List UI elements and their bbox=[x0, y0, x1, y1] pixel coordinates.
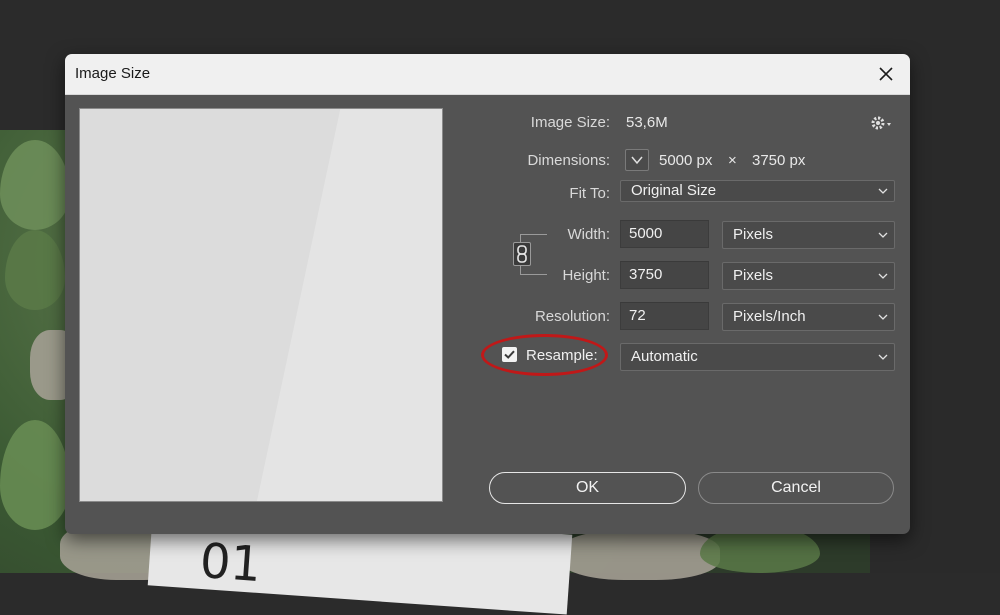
image-size-label: Image Size: bbox=[530, 114, 610, 131]
ok-button[interactable]: OK bbox=[489, 472, 686, 504]
chevron-down-icon bbox=[878, 314, 888, 320]
width-unit-select[interactable]: Pixels bbox=[722, 221, 895, 249]
cancel-button[interactable]: Cancel bbox=[698, 472, 894, 504]
fit-to-value: Original Size bbox=[631, 182, 717, 199]
chevron-down-icon bbox=[878, 273, 888, 279]
resolution-unit-value: Pixels/Inch bbox=[733, 308, 806, 325]
image-size-dialog: Image Size Image Size: 53,6M Dimensions:… bbox=[65, 54, 910, 534]
highlight-annotation bbox=[481, 334, 608, 376]
width-label: Width: bbox=[567, 226, 610, 243]
dimensions-width-value: 5000 px bbox=[659, 152, 713, 169]
height-label: Height: bbox=[562, 267, 610, 284]
height-unit-value: Pixels bbox=[733, 267, 774, 284]
fit-to-select[interactable]: Original Size bbox=[620, 180, 895, 202]
dimensions-label: Dimensions: bbox=[527, 152, 610, 169]
dimensions-unit-toggle[interactable] bbox=[625, 149, 649, 171]
resolution-unit-select[interactable]: Pixels/Inch bbox=[722, 303, 895, 331]
height-input[interactable]: 3750 bbox=[620, 261, 709, 289]
resample-method-select[interactable]: Automatic bbox=[620, 343, 895, 371]
constrain-proportions-button[interactable] bbox=[513, 242, 531, 266]
width-input[interactable]: 5000 bbox=[620, 220, 709, 248]
background-paper-text: 01 bbox=[198, 532, 263, 594]
resample-method-value: Automatic bbox=[631, 348, 698, 365]
close-icon bbox=[879, 67, 893, 81]
chevron-down-icon bbox=[631, 156, 643, 165]
image-preview[interactable] bbox=[79, 108, 443, 502]
resolution-input[interactable]: 72 bbox=[620, 302, 709, 330]
chevron-down-icon bbox=[878, 232, 888, 238]
dimensions-height-value: 3750 px bbox=[752, 152, 806, 169]
chevron-down-icon bbox=[878, 188, 888, 194]
image-size-value: 53,6M bbox=[626, 114, 668, 131]
gear-icon[interactable] bbox=[870, 114, 894, 132]
preview-paper-fold bbox=[252, 109, 442, 501]
dialog-title: Image Size bbox=[75, 65, 151, 82]
chevron-down-icon bbox=[878, 354, 888, 360]
fit-to-label: Fit To: bbox=[569, 185, 610, 202]
height-unit-select[interactable]: Pixels bbox=[722, 262, 895, 290]
resolution-label: Resolution: bbox=[534, 308, 610, 325]
dialog-titlebar: Image Size bbox=[65, 54, 910, 95]
link-icon bbox=[517, 245, 527, 263]
dimensions-separator: × bbox=[728, 152, 737, 169]
close-button[interactable] bbox=[870, 58, 902, 90]
width-unit-value: Pixels bbox=[733, 226, 774, 243]
